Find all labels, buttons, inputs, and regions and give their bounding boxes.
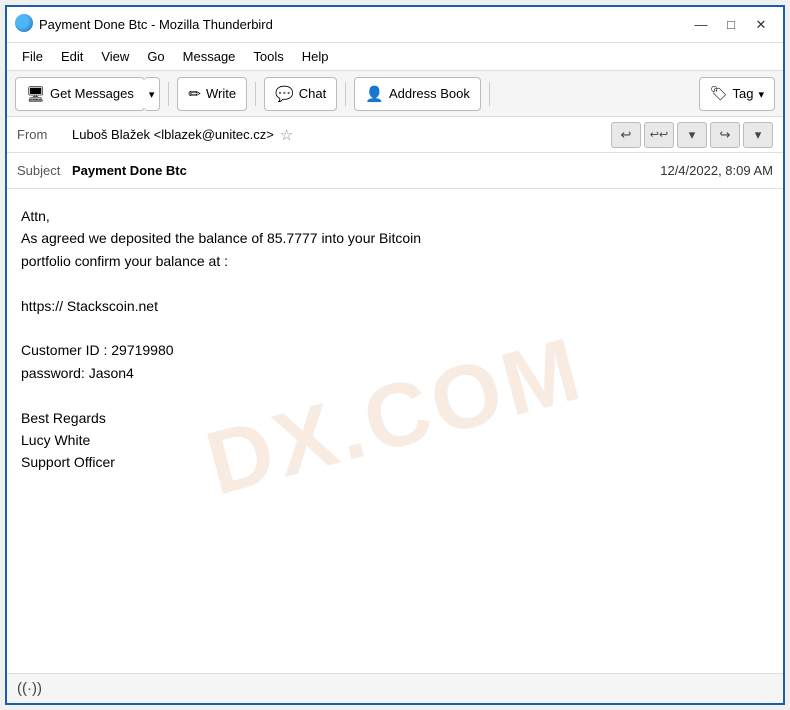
window-controls: — □ ✕: [687, 14, 775, 36]
menu-view[interactable]: View: [94, 46, 136, 67]
email-content: Attn, As agreed we deposited the balance…: [21, 205, 769, 474]
reply-all-icon: ↩↩: [650, 128, 668, 141]
body-line-customerid: Customer ID : 29719980: [21, 339, 769, 361]
body-line-2: As agreed we deposited the balance of 85…: [21, 227, 769, 249]
connection-status-icon: ((·)): [17, 680, 42, 697]
app-icon: [15, 14, 33, 35]
more-reply-dropdown[interactable]: ▾: [677, 122, 707, 148]
subject-row: Subject Payment Done Btc 12/4/2022, 8:09…: [7, 153, 783, 189]
body-line-blank-1: [21, 272, 769, 294]
body-line-password: password: Jason4: [21, 362, 769, 384]
toolbar-separator-1: [168, 82, 169, 106]
tag-button[interactable]: Tag: [699, 77, 775, 111]
menu-help[interactable]: Help: [295, 46, 336, 67]
body-line-blank-3: [21, 384, 769, 406]
toolbar-separator-4: [489, 82, 490, 106]
address-book-label: Address Book: [389, 86, 470, 101]
thunderbird-window: Payment Done Btc - Mozilla Thunderbird —…: [5, 5, 785, 705]
tag-label: Tag: [733, 86, 754, 101]
status-bar: ((·)): [7, 673, 783, 703]
menu-file[interactable]: File: [15, 46, 50, 67]
maximize-button[interactable]: □: [717, 14, 745, 36]
body-line-name: Lucy White: [21, 429, 769, 451]
tag-dropdown-icon: [758, 86, 764, 101]
forward-button[interactable]: ↪: [710, 122, 740, 148]
menu-edit[interactable]: Edit: [54, 46, 90, 67]
menu-bar: File Edit View Go Message Tools Help: [7, 43, 783, 71]
toolbar-separator-2: [255, 82, 256, 106]
body-line-url: https:// Stackscoin.net: [21, 295, 769, 317]
from-label: From: [17, 127, 72, 142]
chevron-down-icon: [149, 87, 155, 101]
email-body: DX.COM Attn, As agreed we deposited the …: [7, 189, 783, 673]
chat-icon: [275, 85, 294, 103]
star-icon[interactable]: [280, 126, 293, 144]
toolbar: Get Messages Write Chat Address Book Tag: [7, 71, 783, 117]
from-value: Luboš Blažek <lblazek@unitec.cz>: [72, 127, 274, 142]
subject-value: Payment Done Btc: [72, 163, 187, 178]
menu-message[interactable]: Message: [176, 46, 243, 67]
chat-button[interactable]: Chat: [264, 77, 337, 111]
get-messages-label: Get Messages: [50, 86, 134, 101]
window-title: Payment Done Btc - Mozilla Thunderbird: [39, 17, 273, 32]
get-messages-dropdown[interactable]: [144, 77, 161, 111]
body-line-title: Support Officer: [21, 451, 769, 473]
forward-icon: ↪: [720, 127, 731, 143]
more-reply-icon: ▾: [689, 127, 696, 143]
body-line-blank-2: [21, 317, 769, 339]
toolbar-separator-3: [345, 82, 346, 106]
title-bar: Payment Done Btc - Mozilla Thunderbird —…: [7, 7, 783, 43]
title-bar-left: Payment Done Btc - Mozilla Thunderbird: [15, 14, 273, 35]
body-line-regards: Best Regards: [21, 407, 769, 429]
body-line-1: Attn,: [21, 205, 769, 227]
address-book-icon: [365, 85, 384, 103]
address-book-button[interactable]: Address Book: [354, 77, 481, 111]
write-button[interactable]: Write: [177, 77, 247, 111]
write-label: Write: [206, 86, 236, 101]
email-action-buttons: ↩ ↩↩ ▾ ↪ ▾: [611, 122, 773, 148]
more-forward-icon: ▾: [755, 127, 762, 143]
get-messages-icon: [26, 85, 45, 103]
from-row: From Luboš Blažek <lblazek@unitec.cz> ↩ …: [7, 117, 783, 153]
write-icon: [188, 85, 201, 103]
minimize-button[interactable]: —: [687, 14, 715, 36]
menu-tools[interactable]: Tools: [246, 46, 290, 67]
email-date: 12/4/2022, 8:09 AM: [660, 163, 773, 178]
get-messages-button[interactable]: Get Messages: [15, 77, 145, 111]
reply-icon: ↩: [621, 127, 632, 143]
chat-label: Chat: [299, 86, 326, 101]
menu-go[interactable]: Go: [140, 46, 171, 67]
more-forward-dropdown[interactable]: ▾: [743, 122, 773, 148]
reply-button[interactable]: ↩: [611, 122, 641, 148]
body-line-3: portfolio confirm your balance at :: [21, 250, 769, 272]
reply-all-button[interactable]: ↩↩: [644, 122, 674, 148]
close-button[interactable]: ✕: [747, 14, 775, 36]
subject-label: Subject: [17, 163, 72, 178]
tag-icon: [710, 85, 728, 102]
